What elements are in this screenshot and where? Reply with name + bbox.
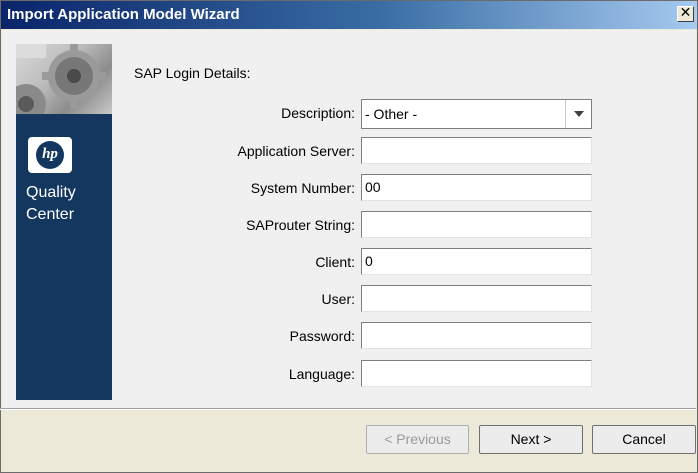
password-label: Password: (289, 328, 355, 344)
language-label: Language: (288, 366, 355, 382)
password-field[interactable] (361, 322, 592, 349)
dropdown-button[interactable] (565, 100, 591, 128)
wizard-sidebar: hp Quality Center (16, 44, 112, 400)
cancel-button[interactable]: Cancel (592, 425, 696, 454)
description-value: - Other - (365, 106, 418, 122)
language-field[interactable] (361, 360, 592, 387)
gear-image (16, 44, 112, 114)
product-name-line2: Center (26, 206, 75, 223)
saprouter-string-label: SAProuter String: (246, 217, 355, 233)
client-field[interactable]: 0 (361, 248, 592, 275)
chevron-down-icon (574, 111, 584, 117)
description-label: Description: (281, 105, 355, 121)
client-label: Client: (315, 254, 355, 270)
user-field[interactable] (361, 285, 592, 312)
system-number-label: System Number: (250, 180, 355, 196)
application-server-field[interactable] (361, 137, 592, 164)
title-bar[interactable]: Import Application Model Wizard ✕ (1, 1, 697, 29)
close-button[interactable]: ✕ (677, 6, 694, 22)
gear-icon (16, 44, 106, 114)
description-select[interactable]: - Other - (361, 99, 592, 129)
window-title: Import Application Model Wizard (7, 6, 240, 23)
next-button[interactable]: Next > (479, 425, 583, 454)
hp-logo-icon: hp (28, 137, 72, 173)
application-server-label: Application Server: (237, 143, 355, 159)
system-number-field[interactable]: 00 (361, 174, 592, 201)
hp-logo-text: hp (36, 141, 64, 169)
previous-button[interactable]: < Previous (366, 425, 469, 454)
saprouter-string-field[interactable] (361, 211, 592, 238)
footer-divider-highlight (0, 409, 696, 410)
user-label: User: (321, 291, 355, 307)
product-name-line1: Quality (26, 184, 76, 201)
section-title: SAP Login Details: (134, 65, 251, 81)
close-icon: ✕ (679, 5, 692, 21)
